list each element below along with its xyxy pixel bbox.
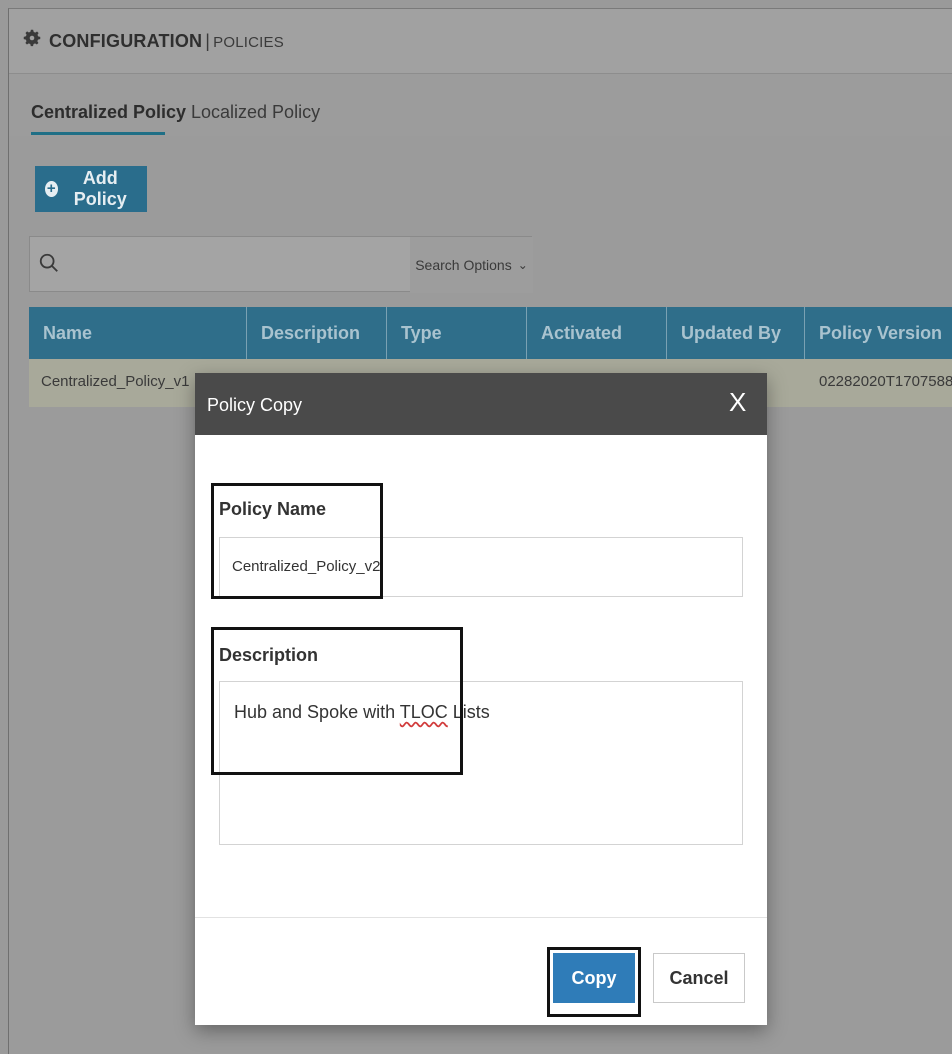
search-options-dropdown[interactable]: Search Options ⌄ xyxy=(410,237,533,293)
search-options-label: Search Options xyxy=(415,257,512,273)
cell-policy-version: 02282020T1707588. xyxy=(819,373,952,390)
column-header-name[interactable]: Name xyxy=(29,307,247,359)
active-tab-indicator xyxy=(31,132,165,135)
title-main: CONFIGURATION xyxy=(49,31,203,51)
chevron-down-icon: ⌄ xyxy=(517,258,528,272)
plus-circle-icon: + xyxy=(45,180,58,197)
table-header: Name Description Type Activated Updated … xyxy=(29,307,952,359)
dialog-title: Policy Copy xyxy=(207,395,303,415)
page-title: CONFIGURATION | POLICIES xyxy=(49,31,284,52)
column-header-type[interactable]: Type xyxy=(387,307,527,359)
search-bar[interactable]: Search Options ⌄ xyxy=(29,236,533,293)
dialog-header: Policy Copy X xyxy=(195,373,767,435)
policy-copy-dialog: Policy Copy X Policy Name Centralized_Po… xyxy=(195,373,767,1025)
close-icon[interactable]: X xyxy=(729,389,746,415)
description-highlight xyxy=(211,627,463,775)
title-sub: POLICIES xyxy=(213,34,284,51)
column-header-updated-by[interactable]: Updated By xyxy=(667,307,805,359)
policy-name-highlight xyxy=(211,483,383,599)
column-header-activated[interactable]: Activated xyxy=(527,307,667,359)
tab-centralized-policy[interactable]: Centralized Policy xyxy=(31,102,186,123)
cell-name: Centralized_Policy_v1 xyxy=(41,373,190,390)
gear-icon xyxy=(23,29,41,47)
tab-localized-policy[interactable]: Localized Policy xyxy=(191,102,320,123)
dialog-footer-divider xyxy=(195,917,767,918)
cancel-button[interactable]: Cancel xyxy=(653,953,745,1003)
column-header-policy-version[interactable]: Policy Version xyxy=(805,307,952,359)
copy-button[interactable]: Copy xyxy=(553,953,635,1003)
add-policy-button[interactable]: + Add Policy xyxy=(35,166,147,212)
top-bar: CONFIGURATION | POLICIES xyxy=(9,9,952,74)
add-policy-label: Add Policy xyxy=(73,168,127,209)
page-background: CONFIGURATION | POLICIES Centralized Polic… xyxy=(8,8,952,1054)
search-icon xyxy=(39,253,58,272)
policy-tabs: Centralized Policy Localized Policy xyxy=(9,74,952,136)
title-separator: | xyxy=(205,31,211,51)
column-header-description[interactable]: Description xyxy=(247,307,387,359)
